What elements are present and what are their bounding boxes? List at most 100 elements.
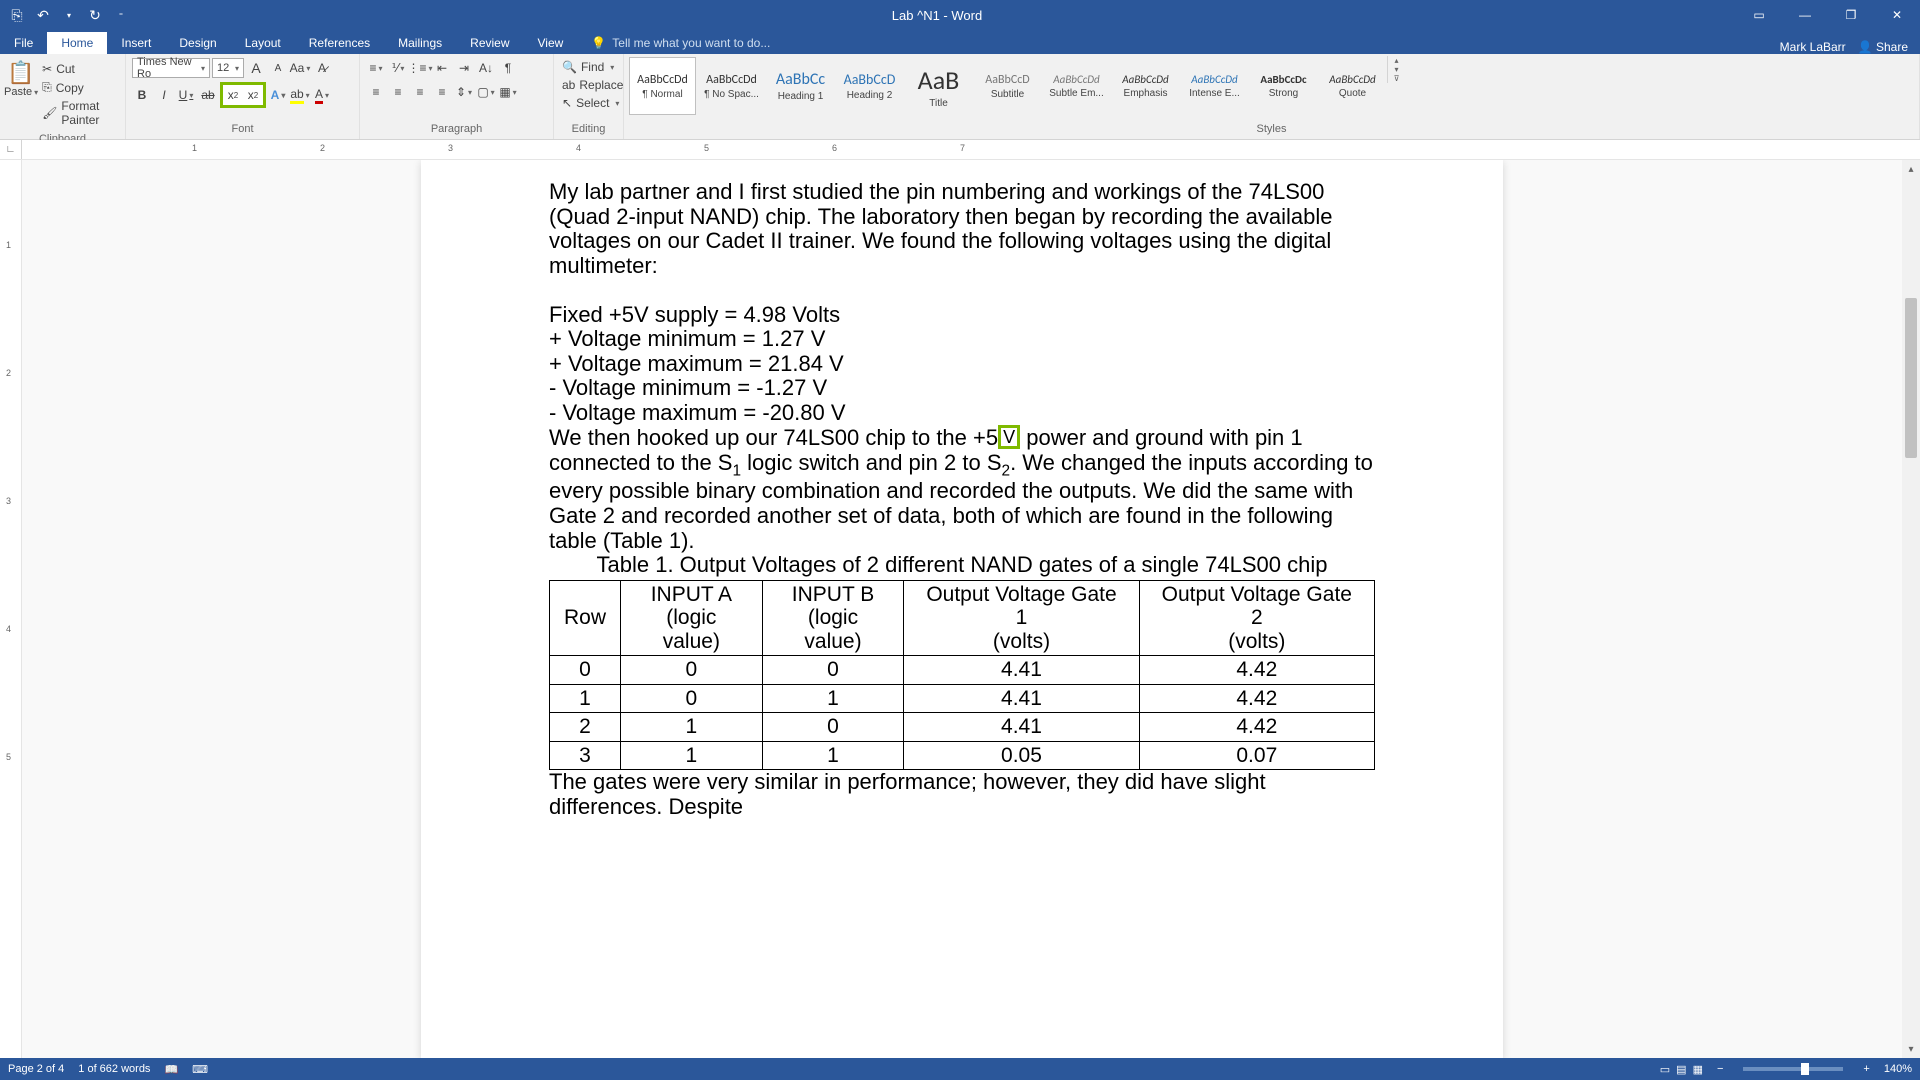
zoom-level[interactable]: 140% [1884,1063,1912,1075]
user-name[interactable]: Mark LaBarr [1780,40,1846,54]
strikethrough-button[interactable]: ab [198,85,218,105]
selected-text[interactable]: V [998,425,1020,449]
copy-button[interactable]: ⎘Copy [42,80,117,95]
zoom-thumb[interactable] [1801,1063,1809,1075]
horizontal-ruler[interactable]: ∟ 1234567 [0,140,1920,160]
tab-view[interactable]: View [524,32,578,54]
style-heading-2[interactable]: AaBbCcDHeading 2 [836,57,903,115]
superscript-button[interactable]: x2 [243,85,263,105]
share-button[interactable]: 👤 Share [1858,40,1908,54]
scroll-down-icon[interactable]: ▾ [1902,1040,1920,1058]
style-subtle-em-[interactable]: AaBbCcDdSubtle Em... [1043,57,1110,115]
select-button[interactable]: ↖Select▾ [562,96,619,110]
table-header: INPUT B(logic value) [762,580,904,656]
decrease-indent-icon[interactable]: ⇤ [432,58,452,78]
style--normal[interactable]: AaBbCcDd¶ Normal [629,57,696,115]
grow-font-icon[interactable]: A [246,58,266,78]
find-button[interactable]: 🔍Find▾ [562,60,614,74]
table-header: Output Voltage Gate 1(volts) [904,580,1139,656]
redo-icon[interactable]: ↻ [86,6,104,24]
voltage-line: - Voltage maximum = -20.80 V [549,401,1375,426]
multilevel-list-icon[interactable]: ⋮≡▾ [410,58,430,78]
align-center-icon[interactable]: ≡ [388,82,408,102]
clear-formatting-icon[interactable]: A̷ [312,58,332,78]
vertical-ruler[interactable]: 12345 [0,160,22,1058]
align-right-icon[interactable]: ≡ [410,82,430,102]
highlight-color-icon[interactable]: ab▾ [290,85,310,105]
undo-dropdown-icon[interactable]: ▾ [60,6,78,24]
zoom-slider[interactable] [1743,1067,1843,1071]
style-subtitle[interactable]: AaBbCcDSubtitle [974,57,1041,115]
borders-icon[interactable]: ▦▾ [498,82,518,102]
font-color-icon[interactable]: A▾ [312,85,332,105]
styles-more-button[interactable]: ▴▾⊽ [1387,56,1405,83]
tab-design[interactable]: Design [165,32,230,54]
tab-layout[interactable]: Layout [231,32,295,54]
spellcheck-icon[interactable]: 📖 [164,1063,178,1076]
scroll-up-icon[interactable]: ▴ [1902,160,1920,178]
tab-insert[interactable]: Insert [107,32,165,54]
brush-icon: 🖌 [42,106,57,120]
status-language-icon[interactable]: ⌨ [192,1063,208,1076]
zoom-out-icon[interactable]: − [1717,1063,1723,1075]
bullets-icon[interactable]: ≡▾ [366,58,386,78]
bold-button[interactable]: B [132,85,152,105]
web-layout-icon[interactable]: ▦ [1693,1063,1703,1076]
italic-button[interactable]: I [154,85,174,105]
show-marks-icon[interactable]: ¶ [498,58,518,78]
paste-button[interactable]: 📋Paste▾ [4,56,38,98]
group-clipboard: 📋Paste▾ ✂Cut ⎘Copy 🖌Format Painter Clipb… [0,54,126,139]
paragraph-1: My lab partner and I first studied the p… [549,180,1375,279]
table-header: Output Voltage Gate 2(volts) [1139,580,1374,656]
tab-review[interactable]: Review [456,32,523,54]
change-case-icon[interactable]: Aa▾ [290,58,310,78]
tab-file[interactable]: File [0,32,47,54]
clipboard-icon: 📋 [4,60,38,86]
vertical-scrollbar[interactable]: ▴ ▾ [1902,160,1920,1058]
zoom-in-icon[interactable]: + [1863,1063,1869,1075]
close-icon[interactable]: ✕ [1874,0,1920,30]
replace-button[interactable]: abReplace [562,78,623,92]
sort-icon[interactable]: A↓ [476,58,496,78]
tab-references[interactable]: References [295,32,384,54]
style-intense-e-[interactable]: AaBbCcDdIntense E... [1181,57,1248,115]
undo-icon[interactable]: ↶ [34,6,52,24]
tab-selector-icon[interactable]: ∟ [0,140,22,159]
style-heading-1[interactable]: AaBbCcHeading 1 [767,57,834,115]
font-name-combo[interactable]: Times New Ro▾ [132,58,210,78]
subscript-button[interactable]: x2 [223,85,243,105]
tab-mailings[interactable]: Mailings [384,32,456,54]
font-size-combo[interactable]: 12▾ [212,58,244,78]
style-strong[interactable]: AaBbCcDcStrong [1250,57,1317,115]
read-mode-icon[interactable]: ▭ [1660,1063,1670,1076]
underline-button[interactable]: U▾ [176,85,196,105]
line-spacing-icon[interactable]: ⇕▾ [454,82,474,102]
tab-home[interactable]: Home [47,32,107,54]
style-quote[interactable]: AaBbCcDdQuote [1319,57,1386,115]
scroll-track[interactable] [1902,178,1920,1040]
style--no-spac-[interactable]: AaBbCcDd¶ No Spac... [698,57,765,115]
scroll-thumb[interactable] [1905,298,1917,458]
group-styles: AaBbCcDd¶ NormalAaBbCcDd¶ No Spac...AaBb… [624,54,1920,139]
status-page[interactable]: Page 2 of 4 [8,1063,64,1075]
cut-button[interactable]: ✂Cut [42,62,117,76]
align-left-icon[interactable]: ≡ [366,82,386,102]
style-emphasis[interactable]: AaBbCcDdEmphasis [1112,57,1179,115]
increase-indent-icon[interactable]: ⇥ [454,58,474,78]
shrink-font-icon[interactable]: A [268,58,288,78]
ribbon-display-icon[interactable]: ▭ [1736,0,1782,30]
minimize-icon[interactable]: — [1782,0,1828,30]
print-layout-icon[interactable]: ▤ [1676,1063,1686,1076]
numbering-icon[interactable]: ⅟▾ [388,58,408,78]
format-painter-button[interactable]: 🖌Format Painter [42,99,117,127]
shading-icon[interactable]: ▢▾ [476,82,496,102]
autosave-icon[interactable]: ⎘ [8,6,26,24]
status-words[interactable]: 1 of 662 words [78,1063,150,1075]
qat-customize-icon[interactable]: ⁼ [112,6,130,24]
justify-icon[interactable]: ≡ [432,82,452,102]
tell-me-search[interactable]: 💡Tell me what you want to do... [577,32,1767,54]
text-effects-icon[interactable]: A▾ [268,85,288,105]
style-title[interactable]: AaBTitle [905,57,972,115]
document-page[interactable]: My lab partner and I first studied the p… [421,160,1503,1058]
maximize-icon[interactable]: ❐ [1828,0,1874,30]
